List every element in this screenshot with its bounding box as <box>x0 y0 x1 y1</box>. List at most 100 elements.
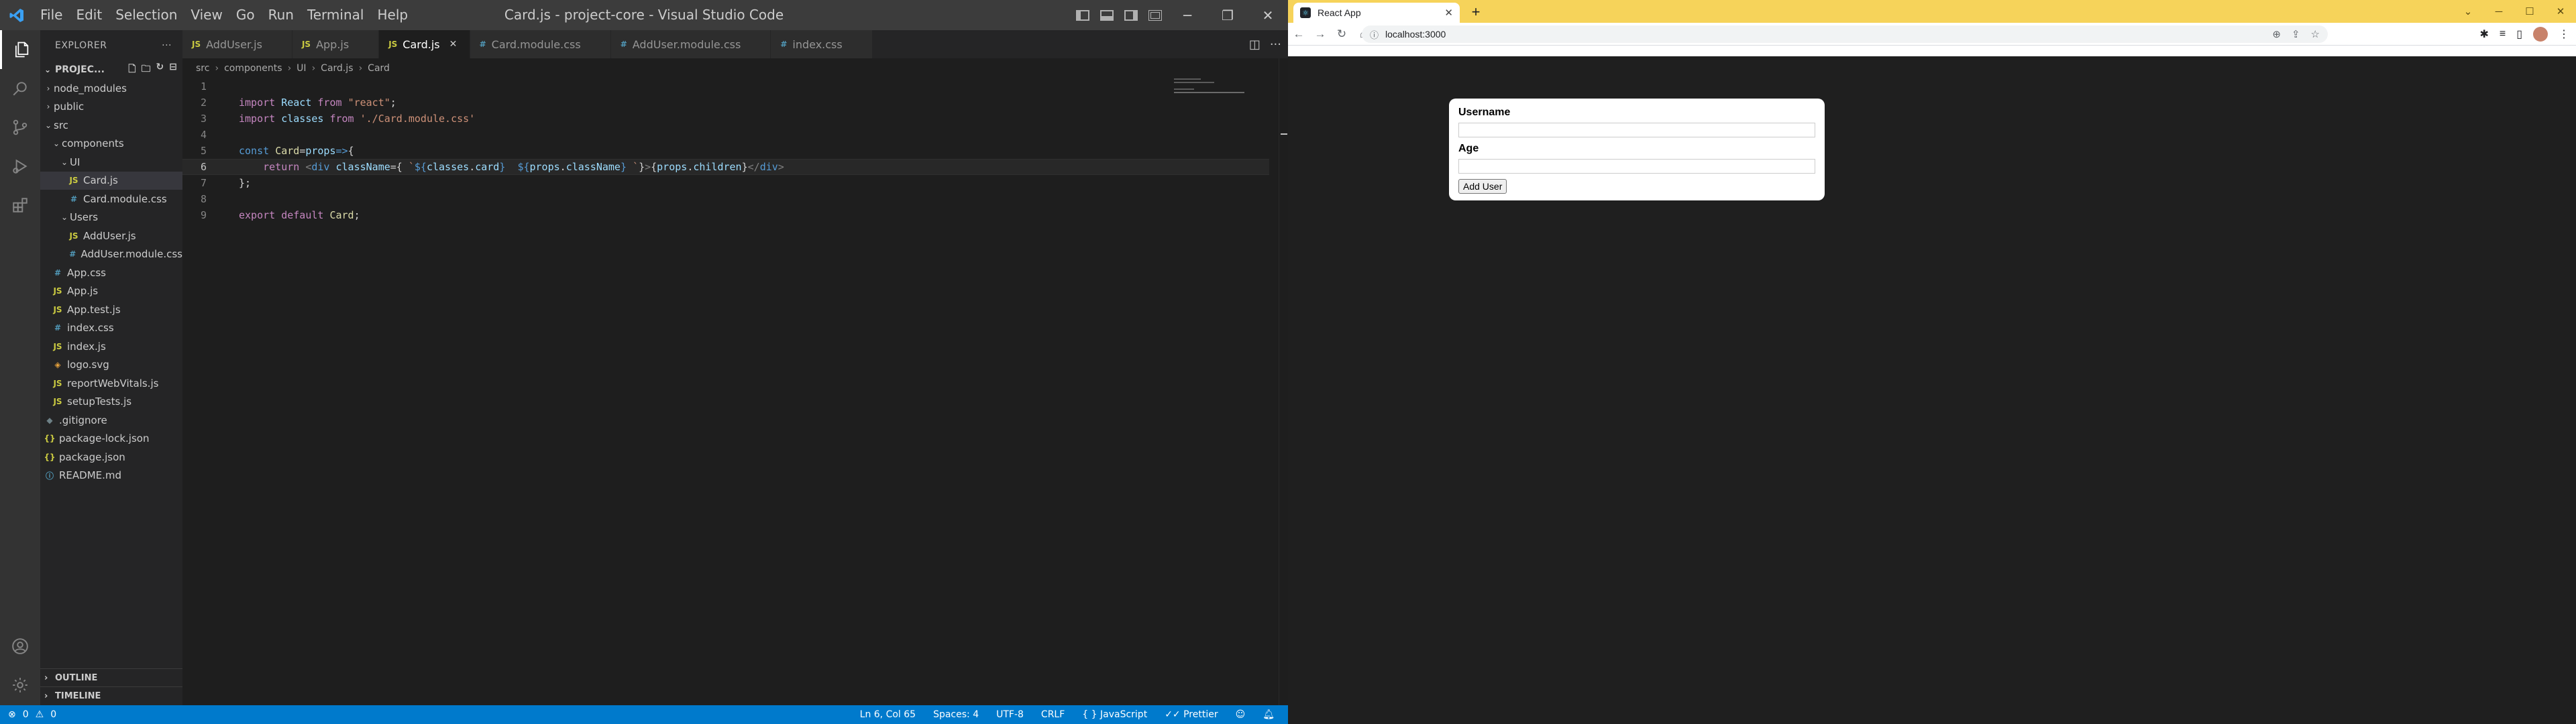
code-line[interactable]: 3 import classes from './Card.module.css' <box>182 111 1269 127</box>
manage-gear-icon[interactable] <box>0 666 40 705</box>
breadcrumb-item[interactable]: src <box>196 63 209 74</box>
address-bar[interactable]: ⓘ localhost:3000 ⊕ ⇪ ☆ <box>1362 25 2328 43</box>
feedback-icon[interactable]: ☺ <box>1236 709 1246 720</box>
prettier-status[interactable]: ✓✓ Prettier <box>1165 709 1218 720</box>
code-line[interactable]: 5 const Card=props=>{ <box>182 143 1269 159</box>
tab-search-icon[interactable]: ⌄ <box>2453 0 2483 23</box>
tree-file[interactable]: JS reportWebVitals.js <box>40 374 182 393</box>
editor-tab[interactable]: JS Card.js ✕ <box>379 30 470 58</box>
code-line[interactable]: 9 export default Card; <box>182 207 1269 223</box>
toggle-secondary-sidebar-icon[interactable] <box>1119 0 1143 30</box>
split-editor-icon[interactable]: ◫ <box>1249 38 1260 52</box>
breadcrumb-item[interactable]: components <box>224 63 282 74</box>
cursor-position[interactable]: Ln 6, Col 65 <box>860 709 916 720</box>
menu-help[interactable]: Help <box>370 0 415 30</box>
new-file-icon[interactable]: 🗋 <box>128 62 136 78</box>
close-window-button[interactable]: ✕ <box>1248 0 1288 30</box>
tree-folder[interactable]: ⌄ UI <box>40 153 182 172</box>
tree-file[interactable]: JS App.js <box>40 282 182 301</box>
zoom-icon[interactable]: ⊕ <box>2272 28 2281 40</box>
menu-go[interactable]: Go <box>229 0 262 30</box>
profile-avatar[interactable] <box>2533 27 2548 42</box>
media-controls-icon[interactable]: ≡ <box>2500 28 2506 40</box>
tree-file[interactable]: {} package.json <box>40 448 182 467</box>
menu-file[interactable]: File <box>34 0 69 30</box>
notifications-bell-icon[interactable]: 🔔︎ <box>1263 709 1275 720</box>
language-mode[interactable]: { } JavaScript <box>1082 709 1147 720</box>
back-icon[interactable]: ← <box>1288 23 1309 46</box>
accounts-icon[interactable] <box>0 627 40 666</box>
code-line[interactable]: 1 <box>182 78 1269 95</box>
editor-tab[interactable]: # Card.module.css <box>470 30 611 58</box>
bookmark-star-icon[interactable]: ☆ <box>2311 28 2320 40</box>
tree-file[interactable]: JS setupTests.js <box>40 393 182 412</box>
tree-file[interactable]: {} package-lock.json <box>40 430 182 448</box>
project-section-header[interactable]: ⌄ PROJEC... 🗋 🗀 ↻ ⊟ <box>40 60 182 79</box>
toggle-primary-sidebar-icon[interactable] <box>1071 0 1095 30</box>
tree-folder[interactable]: › public <box>40 98 182 117</box>
editor-tab[interactable]: # AddUser.module.css <box>610 30 771 58</box>
tree-file[interactable]: JS App.test.js <box>40 300 182 319</box>
extensions-puzzle-icon[interactable]: ✱ <box>2479 27 2488 41</box>
collapse-all-icon[interactable]: ⊟ <box>169 62 177 78</box>
chrome-menu-icon[interactable]: ⋮ <box>2559 27 2569 41</box>
code-line[interactable]: 4 <box>182 127 1269 143</box>
extensions-icon[interactable] <box>0 186 40 225</box>
code-line[interactable]: 6 return <div className={ `${classes.car… <box>182 159 1269 175</box>
reload-icon[interactable]: ↻ <box>1331 23 1352 46</box>
code-line[interactable]: 2 import React from "react"; <box>182 95 1269 111</box>
username-input[interactable] <box>1458 123 1815 137</box>
breadcrumb-item[interactable]: Card.js <box>321 63 353 74</box>
editor-scrollbar[interactable] <box>1279 58 1288 705</box>
source-control-icon[interactable] <box>0 108 40 147</box>
share-icon[interactable]: ⇪ <box>2292 28 2300 40</box>
problems-indicator[interactable]: ⊗ 0 ⚠ 0 <box>0 709 56 720</box>
tree-file[interactable]: ⓘ README.md <box>40 467 182 485</box>
tree-file[interactable]: JS AddUser.js <box>40 227 182 245</box>
editor-tab[interactable]: JS App.js <box>292 30 380 58</box>
code-line[interactable]: 7}; <box>182 175 1269 191</box>
tree-file[interactable]: # App.css <box>40 263 182 282</box>
indentation[interactable]: Spaces: 4 <box>933 709 979 720</box>
forward-icon[interactable]: → <box>1309 23 1331 46</box>
tree-file[interactable]: # index.css <box>40 319 182 338</box>
side-panel-icon[interactable]: ▯ <box>2516 27 2522 41</box>
toggle-panel-icon[interactable] <box>1095 0 1119 30</box>
restore-button[interactable]: ❐ <box>1208 0 1248 30</box>
code-line[interactable]: 8 <box>182 191 1269 207</box>
tree-folder[interactable]: ⌄ components <box>40 135 182 154</box>
site-info-icon[interactable]: ⓘ <box>1370 28 1379 41</box>
menu-terminal[interactable]: Terminal <box>301 0 371 30</box>
tree-file[interactable]: ◆ .gitignore <box>40 411 182 430</box>
browser-tab[interactable]: ⚛ React App ✕ <box>1293 3 1460 23</box>
editor-tab[interactable]: JS AddUser.js <box>182 30 292 58</box>
new-folder-icon[interactable]: 🗀 <box>142 62 151 78</box>
line-endings[interactable]: CRLF <box>1041 709 1065 720</box>
minimize-button[interactable]: ─ <box>1167 0 1208 30</box>
explorer-icon[interactable] <box>0 30 40 69</box>
tree-folder[interactable]: › node_modules <box>40 79 182 98</box>
refresh-icon[interactable]: ↻ <box>156 62 164 78</box>
close-window-button[interactable]: ✕ <box>2545 0 2576 23</box>
menu-selection[interactable]: Selection <box>109 0 184 30</box>
tree-folder[interactable]: ⌄ src <box>40 116 182 135</box>
menu-edit[interactable]: Edit <box>69 0 109 30</box>
tree-file[interactable]: JS Card.js <box>40 171 182 190</box>
tree-file[interactable]: JS index.js <box>40 337 182 356</box>
minimize-button[interactable]: ─ <box>2483 0 2514 23</box>
add-user-button[interactable]: Add User <box>1458 179 1507 194</box>
outline-section[interactable]: › OUTLINE <box>40 668 182 686</box>
run-debug-icon[interactable] <box>0 147 40 186</box>
customize-layout-icon[interactable] <box>1143 0 1167 30</box>
code-editor[interactable]: 1 2 import React from "react"; 3 import clas… <box>182 78 1269 223</box>
encoding[interactable]: UTF-8 <box>996 709 1024 720</box>
tree-folder[interactable]: ⌄ Users <box>40 208 182 227</box>
tree-file[interactable]: # AddUser.module.css <box>40 245 182 264</box>
age-input[interactable] <box>1458 159 1815 174</box>
breadcrumb-item[interactable]: Card <box>368 63 390 74</box>
tree-file[interactable]: ◈ logo.svg <box>40 356 182 375</box>
new-tab-button[interactable]: + <box>1466 3 1485 21</box>
close-tab-icon[interactable]: ✕ <box>449 39 459 50</box>
tree-file[interactable]: # Card.module.css <box>40 190 182 208</box>
menu-run[interactable]: Run <box>262 0 301 30</box>
